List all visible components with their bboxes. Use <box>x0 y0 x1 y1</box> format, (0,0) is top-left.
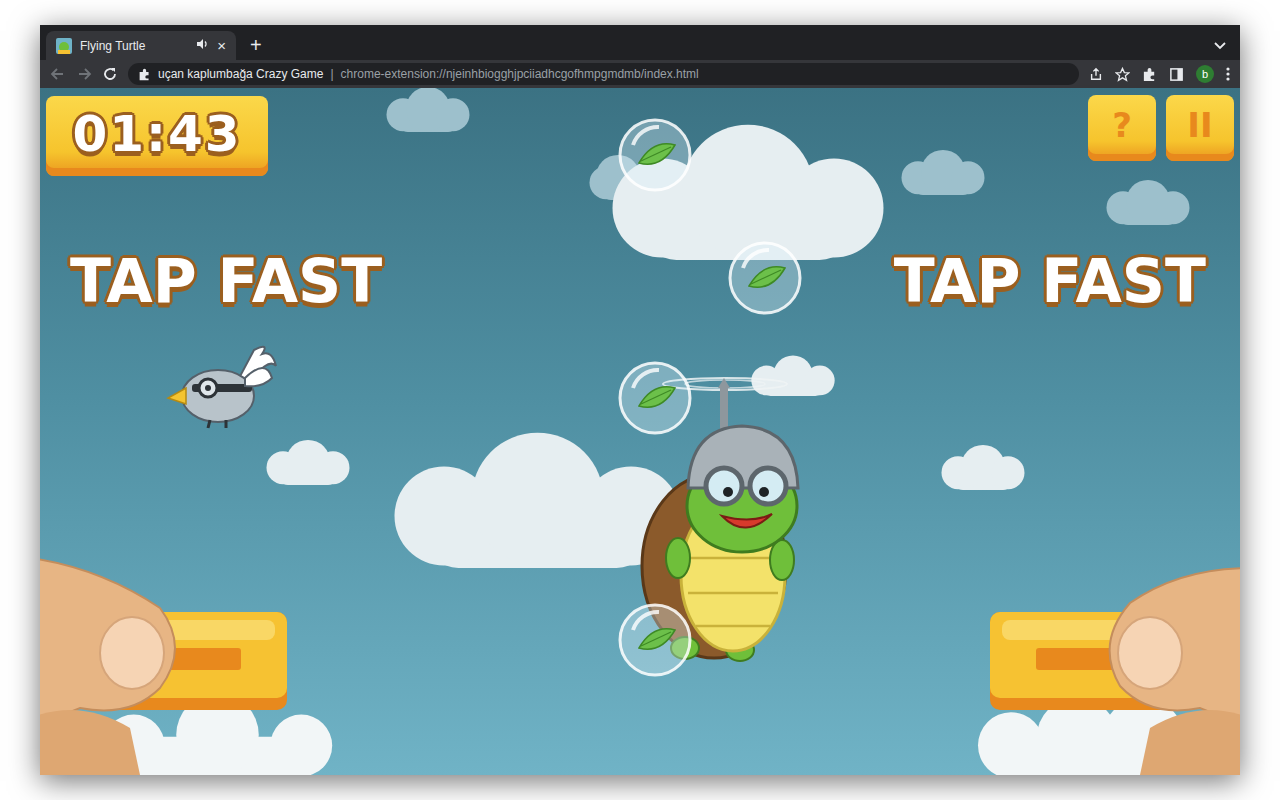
tab-search-button[interactable] <box>1214 31 1232 60</box>
leaf-bubble[interactable] <box>620 363 690 433</box>
favicon-icon <box>56 38 72 54</box>
browser-tab[interactable]: Flying Turtle × <box>46 31 236 60</box>
help-button[interactable]: ? <box>1088 95 1156 161</box>
timer-panel: 01:43 <box>46 96 268 176</box>
menu-dots-icon[interactable] <box>1226 67 1230 81</box>
leaf-bubble[interactable] <box>620 120 690 190</box>
profile-avatar[interactable]: b <box>1196 65 1214 83</box>
game-canvas[interactable]: 01:43 ? II TAP FAST TAP FAST <box>40 88 1240 775</box>
cloud <box>1107 180 1190 225</box>
chevron-down-icon <box>1214 42 1226 50</box>
site-name: uçan kaplumbağa Crazy Game <box>158 67 323 81</box>
new-tab-button[interactable]: + <box>244 31 268 60</box>
cloud <box>267 440 350 485</box>
side-panel-icon[interactable] <box>1169 67 1184 82</box>
bookmark-star-icon[interactable] <box>1115 67 1130 82</box>
leaf-bubble[interactable] <box>620 605 690 675</box>
game-scene <box>40 88 1240 775</box>
audio-indicator[interactable] <box>196 38 209 53</box>
cloud <box>902 150 985 195</box>
page-url: chrome-extension://njeinhbiogghjpciiadhc… <box>341 67 699 81</box>
pause-button[interactable]: II <box>1166 95 1234 161</box>
back-arrow-icon[interactable] <box>50 66 66 82</box>
forward-arrow-icon[interactable] <box>76 66 92 82</box>
leaf-bubble[interactable] <box>730 243 800 313</box>
toolbar: uçan kaplumbağa Crazy Game | chrome-exte… <box>40 60 1240 88</box>
speaker-icon <box>196 38 209 50</box>
tap-hint: TAP FAST <box>70 248 382 314</box>
cloud <box>387 88 470 132</box>
tab-close-button[interactable]: × <box>217 38 226 53</box>
reload-icon[interactable] <box>102 66 118 82</box>
tab-title: Flying Turtle <box>80 39 188 53</box>
address-bar[interactable]: uçan kaplumbağa Crazy Game | chrome-exte… <box>128 63 1079 85</box>
share-icon[interactable] <box>1089 67 1103 81</box>
cloud <box>942 445 1025 490</box>
extensions-icon[interactable] <box>1142 67 1157 82</box>
extension-puzzle-icon <box>138 68 151 81</box>
tap-hint: TAP FAST <box>894 248 1206 314</box>
bird-enemy <box>168 347 276 428</box>
browser-window: Flying Turtle × + uçan kaplumbağa Crazy … <box>40 25 1240 775</box>
cloud <box>751 355 834 396</box>
timer: 01:43 <box>72 107 241 162</box>
address-separator: | <box>330 67 333 81</box>
tab-strip: Flying Turtle × + <box>40 25 1240 60</box>
finger-hand <box>1110 568 1240 775</box>
cloud <box>395 433 681 568</box>
finger-hand <box>40 558 175 775</box>
